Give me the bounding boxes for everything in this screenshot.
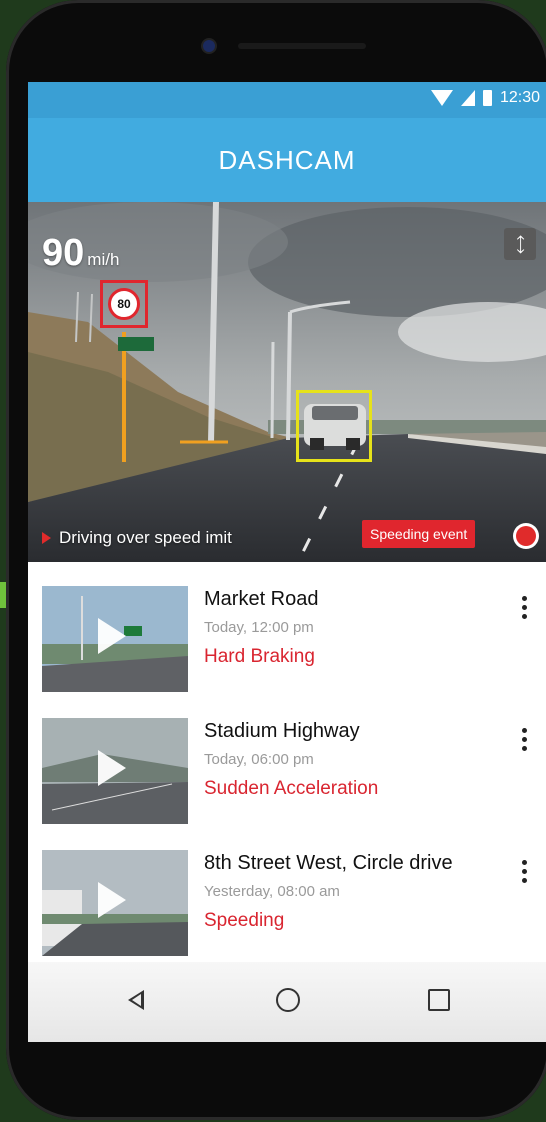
more-vert-icon[interactable] xyxy=(522,860,528,883)
event-time: Today, 12:00 pm xyxy=(204,619,314,636)
event-location: 8th Street West, Circle drive xyxy=(204,852,453,874)
play-icon[interactable] xyxy=(98,750,126,786)
expand-icon: ⤡ xyxy=(508,231,533,256)
status-bar: 12:30 xyxy=(28,82,546,118)
fullscreen-button[interactable]: ⤡ xyxy=(504,228,536,260)
current-speed: 90 xyxy=(42,232,85,274)
speed-unit: mi/h xyxy=(87,250,120,269)
event-type: Hard Braking xyxy=(204,646,315,667)
event-item[interactable]: Market Road Today, 12:00 pm Hard Braking xyxy=(28,562,546,694)
more-vert-icon[interactable] xyxy=(522,596,528,619)
event-thumbnail[interactable] xyxy=(42,586,188,692)
event-time: Yesterday, 08:00 am xyxy=(204,883,340,900)
speed-limit-sign: 80 xyxy=(108,288,140,320)
battery-icon xyxy=(482,90,492,106)
event-item[interactable]: Stadium Highway Today, 06:00 pm Sudden A… xyxy=(28,694,546,826)
speeding-event-badge[interactable]: Speeding event xyxy=(362,520,476,548)
speed-readout: 90 mi/h xyxy=(42,232,119,275)
alert-text: Driving over speed imit xyxy=(59,528,232,547)
alert-row: Driving over speed imit Speeding event xyxy=(28,518,546,554)
event-time: Today, 06:00 pm xyxy=(204,751,314,768)
signal-icon xyxy=(460,90,475,106)
nav-home-icon[interactable] xyxy=(276,988,300,1012)
event-item[interactable]: 8th Street West, Circle drive Yesterday,… xyxy=(28,826,546,958)
event-type: Sudden Acceleration xyxy=(204,778,379,799)
event-thumbnail[interactable] xyxy=(42,718,188,824)
event-thumbnail[interactable] xyxy=(42,850,188,956)
event-location: Market Road xyxy=(204,588,319,610)
phone-frame: 12:30 DASHCAM 80 90 mi/h ⤡ Driving over … xyxy=(6,0,546,1120)
wifi-icon xyxy=(430,90,453,106)
play-icon[interactable] xyxy=(98,882,126,918)
status-time: 12:30 xyxy=(499,89,540,106)
event-list: Market Road Today, 12:00 pm Hard Braking xyxy=(28,562,546,958)
nav-recents-icon[interactable] xyxy=(428,989,450,1011)
app-title: DASHCAM xyxy=(28,118,546,202)
alert-arrow-icon xyxy=(42,532,51,544)
live-camera-view[interactable]: 80 90 mi/h ⤡ Driving over speed imit Spe… xyxy=(28,202,546,562)
play-icon[interactable] xyxy=(98,618,126,654)
event-type: Speeding xyxy=(204,910,285,931)
screen: 12:30 DASHCAM 80 90 mi/h ⤡ Driving over … xyxy=(28,82,546,1042)
earpiece-speaker xyxy=(238,43,366,49)
speed-alert: Driving over speed imit xyxy=(42,528,232,548)
nav-back-icon[interactable] xyxy=(128,990,144,1010)
vehicle-detection-box xyxy=(296,390,372,462)
front-camera xyxy=(203,40,215,52)
speed-limit-value: 80 xyxy=(117,297,131,311)
system-nav-bar xyxy=(28,962,546,1042)
more-vert-icon[interactable] xyxy=(522,728,528,751)
record-icon[interactable] xyxy=(516,526,536,546)
event-location: Stadium Highway xyxy=(204,720,360,742)
speed-sign-detection-box: 80 xyxy=(100,280,148,328)
